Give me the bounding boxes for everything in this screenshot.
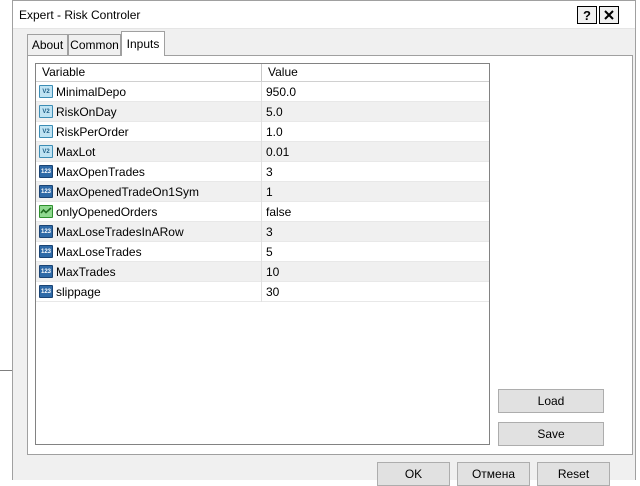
table-row[interactable]: 123 MaxTrades 10 bbox=[36, 262, 489, 282]
close-icon bbox=[604, 10, 614, 20]
ok-button[interactable]: OK bbox=[377, 462, 450, 486]
variable-cell[interactable]: 123 MaxLoseTradesInARow bbox=[36, 222, 262, 242]
tab-inputs-label: Inputs bbox=[126, 37, 160, 51]
variable-cell[interactable]: onlyOpenedOrders bbox=[36, 202, 262, 222]
variable-name: MaxLoseTradesInARow bbox=[56, 225, 184, 239]
integer-icon: 123 bbox=[39, 165, 53, 178]
background-divider-line bbox=[0, 370, 12, 371]
value-cell[interactable]: 3 bbox=[262, 222, 489, 242]
integer-icon: 123 bbox=[39, 265, 53, 278]
value-cell[interactable]: 5 bbox=[262, 242, 489, 262]
reset-button[interactable]: Reset bbox=[537, 462, 610, 486]
variable-name: MaxLoseTrades bbox=[56, 245, 142, 259]
table-row[interactable]: V2 RiskPerOrder 1.0 bbox=[36, 122, 489, 142]
variable-cell[interactable]: V2 RiskOnDay bbox=[36, 102, 262, 122]
table-row[interactable]: V2 RiskOnDay 5.0 bbox=[36, 102, 489, 122]
column-header-variable[interactable]: Variable bbox=[36, 64, 262, 81]
table-row[interactable]: 123 MaxLoseTrades 5 bbox=[36, 242, 489, 262]
integer-icon: 123 bbox=[39, 285, 53, 298]
boolean-icon bbox=[39, 205, 53, 218]
tab-common[interactable]: Common bbox=[68, 34, 121, 55]
value-cell[interactable]: 5.0 bbox=[262, 102, 489, 122]
window-title: Expert - Risk Controler bbox=[19, 8, 141, 22]
variable-name: MinimalDepo bbox=[56, 85, 127, 99]
variable-name: MaxTrades bbox=[56, 265, 116, 279]
column-header-value[interactable]: Value bbox=[262, 64, 489, 81]
value-cell[interactable]: 1 bbox=[262, 182, 489, 202]
real-number-icon: V2 bbox=[39, 125, 53, 138]
expert-properties-dialog: Expert - Risk Controler ? About Common I… bbox=[12, 0, 636, 486]
variable-cell[interactable]: 123 MaxOpenTrades bbox=[36, 162, 262, 182]
variable-name: MaxOpenedTradeOn1Sym bbox=[56, 185, 199, 199]
table-row[interactable]: 123 MaxOpenedTradeOn1Sym 1 bbox=[36, 182, 489, 202]
value-cell[interactable]: 10 bbox=[262, 262, 489, 282]
variable-cell[interactable]: V2 RiskPerOrder bbox=[36, 122, 262, 142]
value-cell[interactable]: 3 bbox=[262, 162, 489, 182]
value-cell[interactable]: 1.0 bbox=[262, 122, 489, 142]
variable-name: RiskPerOrder bbox=[56, 125, 129, 139]
tab-inputs[interactable]: Inputs bbox=[121, 31, 165, 56]
real-number-icon: V2 bbox=[39, 145, 53, 158]
integer-icon: 123 bbox=[39, 225, 53, 238]
tab-about-label: About bbox=[31, 38, 64, 52]
table-row[interactable]: V2 MinimalDepo 950.0 bbox=[36, 82, 489, 102]
table-row[interactable]: V2 MaxLot 0.01 bbox=[36, 142, 489, 162]
variable-cell[interactable]: V2 MinimalDepo bbox=[36, 82, 262, 102]
real-number-icon: V2 bbox=[39, 105, 53, 118]
table-row[interactable]: onlyOpenedOrders false bbox=[36, 202, 489, 222]
tab-common-label: Common bbox=[70, 38, 119, 52]
integer-icon: 123 bbox=[39, 245, 53, 258]
load-button[interactable]: Load bbox=[498, 389, 604, 413]
variable-name: RiskOnDay bbox=[56, 105, 117, 119]
variable-cell[interactable]: V2 MaxLot bbox=[36, 142, 262, 162]
table-body: V2 MinimalDepo 950.0 V2 RiskOnDay 5.0 V2 RiskPe… bbox=[36, 82, 489, 302]
value-cell[interactable]: 950.0 bbox=[262, 82, 489, 102]
integer-icon: 123 bbox=[39, 185, 53, 198]
table-row[interactable]: 123 MaxOpenTrades 3 bbox=[36, 162, 489, 182]
variable-name: MaxLot bbox=[56, 145, 96, 159]
value-cell[interactable]: 30 bbox=[262, 282, 489, 302]
variable-cell[interactable]: 123 MaxTrades bbox=[36, 262, 262, 282]
table-header: Variable Value bbox=[36, 64, 489, 82]
help-button[interactable]: ? bbox=[577, 6, 597, 24]
variable-name: slippage bbox=[56, 285, 101, 299]
value-cell[interactable]: 0.01 bbox=[262, 142, 489, 162]
variable-cell[interactable]: 123 MaxOpenedTradeOn1Sym bbox=[36, 182, 262, 202]
variable-cell[interactable]: 123 slippage bbox=[36, 282, 262, 302]
variable-name: onlyOpenedOrders bbox=[56, 205, 158, 219]
table-row[interactable]: 123 slippage 30 bbox=[36, 282, 489, 302]
value-cell[interactable]: false bbox=[262, 202, 489, 222]
tab-about[interactable]: About bbox=[27, 34, 68, 55]
close-button[interactable] bbox=[599, 6, 619, 24]
variable-name: MaxOpenTrades bbox=[56, 165, 145, 179]
save-button[interactable]: Save bbox=[498, 422, 604, 446]
table-row[interactable]: 123 MaxLoseTradesInARow 3 bbox=[36, 222, 489, 242]
cancel-button[interactable]: Отмена bbox=[457, 462, 530, 486]
real-number-icon: V2 bbox=[39, 85, 53, 98]
inputs-table: Variable Value V2 MinimalDepo 950.0 V2 RiskO… bbox=[35, 63, 490, 445]
variable-cell[interactable]: 123 MaxLoseTrades bbox=[36, 242, 262, 262]
title-bar: Expert - Risk Controler ? bbox=[13, 1, 635, 29]
help-icon: ? bbox=[583, 7, 591, 23]
